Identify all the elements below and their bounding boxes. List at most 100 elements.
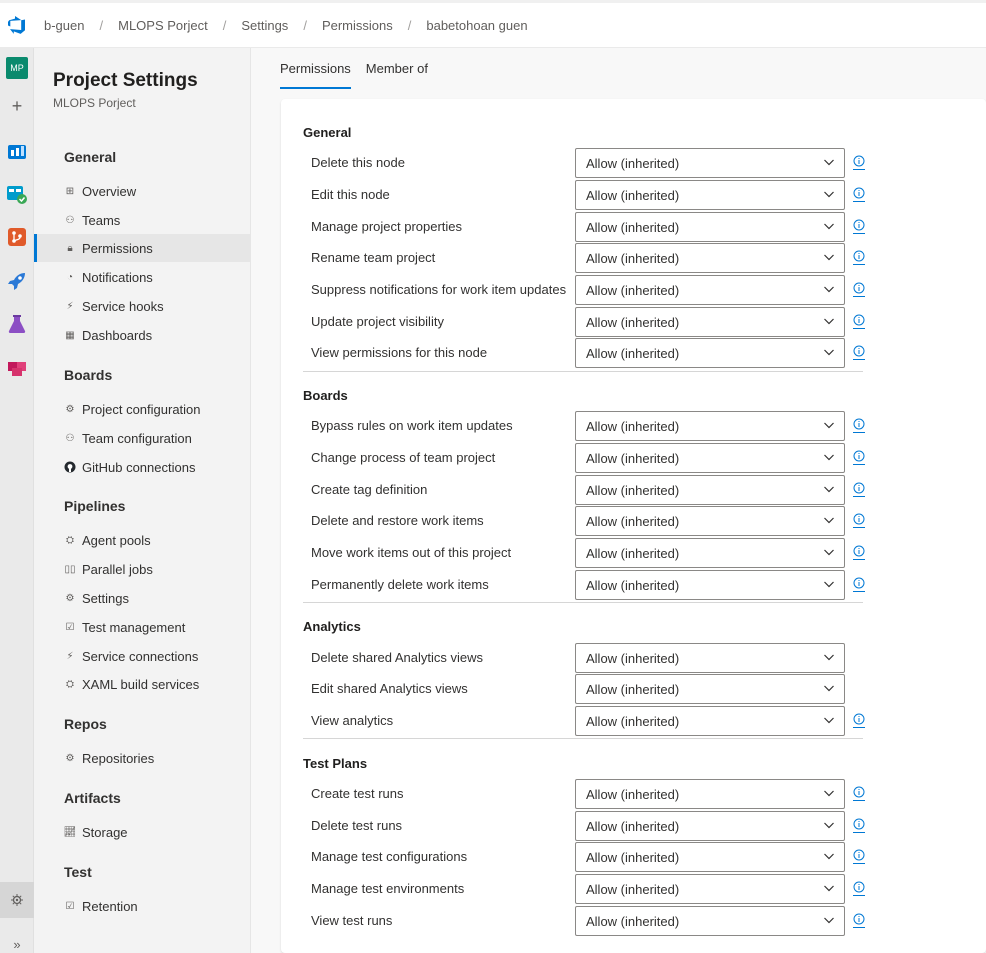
info-icon[interactable] bbox=[853, 418, 865, 434]
nav-item-storage[interactable]: 📈︎ Storage bbox=[34, 818, 250, 846]
permission-dropdown[interactable]: Allow (inherited) bbox=[575, 779, 845, 809]
permission-dropdown[interactable]: Allow (inherited) bbox=[575, 538, 845, 568]
permission-value: Allow (inherited) bbox=[586, 483, 680, 498]
nav-item-team-configuration[interactable]: ⚇ Team configuration bbox=[34, 424, 250, 452]
azure-devops-logo-icon[interactable] bbox=[0, 16, 34, 34]
permission-value: Allow (inherited) bbox=[586, 251, 680, 266]
nav-item-service-hooks[interactable]: ⚡︎ Service hooks bbox=[34, 292, 250, 320]
permission-dropdown[interactable]: Allow (inherited) bbox=[575, 674, 845, 704]
permission-dropdown[interactable]: Allow (inherited) bbox=[575, 475, 845, 505]
permission-dropdown[interactable]: Allow (inherited) bbox=[575, 148, 845, 178]
permission-label: Suppress notifications for work item upd… bbox=[311, 282, 567, 297]
nav-item-retention[interactable]: ☑ Retention bbox=[34, 892, 250, 920]
tab-member-of[interactable]: Member of bbox=[366, 48, 428, 89]
nav-item-agent-pools[interactable]: ⛭ Agent pools bbox=[34, 526, 250, 554]
nav-item-notifications[interactable]: ◔ Notifications bbox=[34, 263, 250, 291]
permission-row: Delete shared Analytics views Allow (inhe… bbox=[303, 643, 873, 673]
section-divider bbox=[303, 371, 863, 372]
permission-row: Update project visibility Allow (inherite… bbox=[303, 307, 873, 337]
permission-row: Permanently delete work items Allow (inhe… bbox=[303, 570, 873, 600]
nav-item-label: Test management bbox=[82, 619, 186, 635]
nav-item-parallel-jobs[interactable]: ▯▯ Parallel jobs bbox=[34, 555, 250, 583]
info-icon[interactable] bbox=[853, 482, 865, 498]
artifacts-icon[interactable] bbox=[0, 350, 34, 384]
nav-item-repositories[interactable]: ⚙︎ Repositories bbox=[34, 744, 250, 772]
permission-dropdown[interactable]: Allow (inherited) bbox=[575, 307, 845, 337]
nav-heading-repos: Repos bbox=[64, 716, 107, 732]
permission-label: Delete and restore work items bbox=[311, 513, 484, 528]
nav-item-service-connections[interactable]: ⚡︎ Service connections bbox=[34, 642, 250, 670]
info-icon[interactable] bbox=[853, 577, 865, 593]
info-icon[interactable] bbox=[853, 282, 865, 298]
permission-dropdown[interactable]: Allow (inherited) bbox=[575, 706, 845, 736]
info-icon[interactable] bbox=[853, 250, 865, 266]
repos-icon[interactable] bbox=[0, 220, 34, 254]
permission-dropdown[interactable]: Allow (inherited) bbox=[575, 411, 845, 441]
nav-item-project-configuration[interactable]: ⚙︎ Project configuration bbox=[34, 395, 250, 423]
permission-dropdown[interactable]: Allow (inherited) bbox=[575, 338, 845, 368]
overview-icon[interactable] bbox=[0, 134, 34, 168]
nav-item-github-connections[interactable]: GitHub connections bbox=[34, 453, 250, 481]
info-icon[interactable] bbox=[853, 450, 865, 466]
info-icon[interactable] bbox=[853, 545, 865, 561]
permission-label: Delete this node bbox=[311, 155, 405, 170]
info-icon[interactable] bbox=[853, 849, 865, 865]
permission-dropdown[interactable]: Allow (inherited) bbox=[575, 906, 845, 936]
test-plans-flask-icon[interactable] bbox=[0, 307, 34, 341]
permission-dropdown[interactable]: Allow (inherited) bbox=[575, 874, 845, 904]
permission-value: Allow (inherited) bbox=[586, 682, 680, 697]
project-avatar[interactable]: MP bbox=[0, 51, 34, 85]
breadcrumb-org[interactable]: b-guen bbox=[44, 18, 84, 33]
nav-item-permissions[interactable]: 🔒︎ Permissions bbox=[34, 234, 250, 262]
permission-dropdown[interactable]: Allow (inherited) bbox=[575, 842, 845, 872]
info-icon[interactable] bbox=[853, 219, 865, 235]
permission-row: Delete this node Allow (inherited) bbox=[303, 148, 873, 178]
info-icon[interactable] bbox=[853, 818, 865, 834]
permission-dropdown[interactable]: Allow (inherited) bbox=[575, 212, 845, 242]
breadcrumb-separator: / bbox=[99, 17, 104, 33]
info-icon[interactable] bbox=[853, 155, 865, 171]
info-icon[interactable] bbox=[853, 881, 865, 897]
nav-item-teams[interactable]: ⚇ Teams bbox=[34, 206, 250, 234]
info-icon[interactable] bbox=[853, 786, 865, 802]
permission-dropdown[interactable]: Allow (inherited) bbox=[575, 570, 845, 600]
breadcrumb-settings[interactable]: Settings bbox=[241, 18, 288, 33]
expand-rail-chevron-icon[interactable]: » bbox=[0, 926, 34, 953]
pipelines-icon[interactable] bbox=[0, 264, 34, 298]
permission-dropdown[interactable]: Allow (inherited) bbox=[575, 643, 845, 673]
breadcrumb-user[interactable]: babetohoan guen bbox=[426, 18, 527, 33]
add-icon[interactable]: + bbox=[0, 89, 34, 123]
nav-item-label: Storage bbox=[82, 824, 128, 840]
info-icon[interactable] bbox=[853, 913, 865, 929]
permission-value: Allow (inherited) bbox=[586, 156, 680, 171]
boards-icon[interactable] bbox=[0, 177, 34, 211]
nav-item-test-management[interactable]: ☑ Test management bbox=[34, 613, 250, 641]
project-settings-gear-icon[interactable] bbox=[0, 882, 34, 918]
test-management-icon: ☑ bbox=[65, 621, 75, 633]
permission-dropdown[interactable]: Allow (inherited) bbox=[575, 811, 845, 841]
nav-item-label: Notifications bbox=[82, 269, 153, 285]
breadcrumb-permissions[interactable]: Permissions bbox=[322, 18, 393, 33]
permission-dropdown[interactable]: Allow (inherited) bbox=[575, 180, 845, 210]
nav-item-overview[interactable]: ⊞ Overview bbox=[34, 177, 250, 205]
nav-item-settings[interactable]: ⚙︎ Settings bbox=[34, 584, 250, 612]
info-icon[interactable] bbox=[853, 713, 865, 729]
permission-dropdown[interactable]: Allow (inherited) bbox=[575, 275, 845, 305]
nav-item-xaml-build-services[interactable]: ⛭ XAML build services bbox=[34, 670, 250, 698]
breadcrumb-project[interactable]: MLOPS Porject bbox=[118, 18, 208, 33]
permission-dropdown[interactable]: Allow (inherited) bbox=[575, 443, 845, 473]
section-title-analytics: Analytics bbox=[303, 619, 361, 634]
nav-item-dashboards[interactable]: ▦ Dashboards bbox=[34, 321, 250, 349]
info-icon[interactable] bbox=[853, 187, 865, 203]
permission-dropdown[interactable]: Allow (inherited) bbox=[575, 243, 845, 273]
nav-heading-pipelines: Pipelines bbox=[64, 498, 126, 514]
info-icon[interactable] bbox=[853, 513, 865, 529]
permission-label: Edit shared Analytics views bbox=[311, 681, 468, 696]
permission-dropdown[interactable]: Allow (inherited) bbox=[575, 506, 845, 536]
permission-row: Manage test environments Allow (inherited… bbox=[303, 874, 873, 904]
tab-permissions[interactable]: Permissions bbox=[280, 48, 351, 89]
info-icon[interactable] bbox=[853, 314, 865, 330]
permission-row: Edit shared Analytics views Allow (inheri… bbox=[303, 674, 873, 704]
permission-label: Manage project properties bbox=[311, 219, 463, 234]
info-icon[interactable] bbox=[853, 345, 865, 361]
